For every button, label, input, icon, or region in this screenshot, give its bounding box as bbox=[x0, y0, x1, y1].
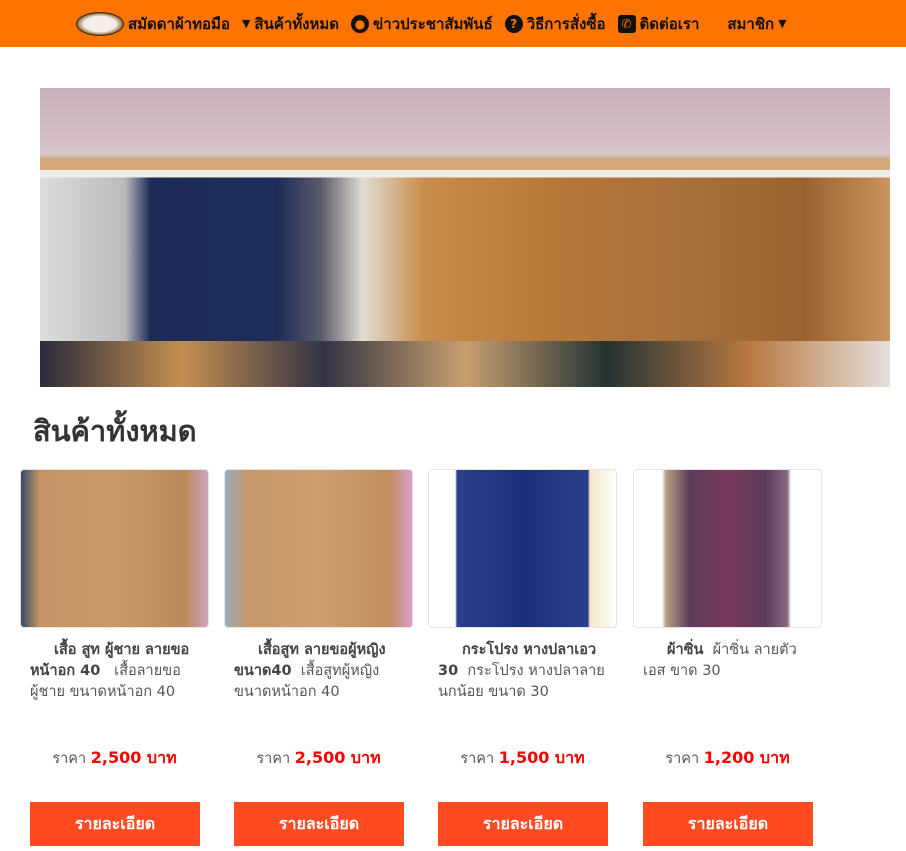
product-price: ราคา 2,500 บาท bbox=[20, 746, 209, 771]
product-price: ราคา 1,500 บาท bbox=[428, 746, 617, 771]
nav-label: ข่าวประชาสัมพันธ์ bbox=[373, 14, 493, 33]
product-card: ผ้าซิ่น ผ้าซิ่น ลายตัวเอส ขาด 30 ราคา 1,… bbox=[633, 469, 822, 846]
product-card: เสื้อสูท ลายขอผู้หญิง ขนาด40 เสื้อสูทผู้… bbox=[224, 469, 413, 846]
nav-products[interactable]: ▼ สินค้าทั้งหมด bbox=[242, 12, 339, 36]
price-label: ราคา bbox=[460, 751, 495, 767]
nav-how-to-order[interactable]: ? วิธีการสั่งซื้อ bbox=[504, 12, 606, 36]
product-price: ราคา 1,200 บาท bbox=[633, 746, 822, 771]
product-price: ราคา 2,500 บาท bbox=[224, 746, 413, 771]
nav-label: วิธีการสั่งซื้อ bbox=[526, 14, 606, 33]
nav-label: สินค้าทั้งหมด bbox=[254, 14, 340, 33]
product-description: เสื้อสูท ลายขอผู้หญิง ขนาด40 เสื้อสูทผู้… bbox=[224, 640, 413, 736]
nav-news[interactable]: ● ข่าวประชาสัมพันธ์ bbox=[351, 12, 493, 36]
nav-member[interactable]: สมาชิก ▼ bbox=[727, 12, 786, 36]
price-label: ราคา bbox=[665, 751, 700, 767]
question-circle-icon: ? bbox=[504, 14, 523, 33]
hero-banner-image bbox=[40, 88, 890, 387]
nav-label: สมาชิก bbox=[727, 14, 775, 33]
caret-down-icon: ▼ bbox=[778, 17, 787, 30]
section-title: สินค้าทั้งหมด bbox=[33, 414, 197, 448]
product-image[interactable] bbox=[20, 469, 209, 628]
price-label: ราคา bbox=[52, 751, 87, 767]
banner-rail bbox=[40, 160, 890, 170]
product-title: ผ้าซิ่น bbox=[667, 642, 704, 658]
nav-contact[interactable]: ✆ ติดต่อเรา bbox=[617, 12, 700, 36]
price-value: 2,500 บาท bbox=[90, 748, 177, 767]
price-label: ราคา bbox=[256, 751, 291, 767]
phone-icon: ✆ bbox=[617, 14, 636, 33]
navbar: สมัดดาผ้าทอมือ ▼ สินค้าทั้งหมด ● ข่าวประ… bbox=[0, 0, 906, 47]
product-description: เสื้อ สูท ผู้ชาย ลายขอ หน้าอก 40 เสื้อลา… bbox=[20, 640, 209, 736]
details-button[interactable]: รายละเอียด bbox=[643, 802, 813, 846]
product-detail: กระโปรง หางปลาลายนกน้อย ขนาด 30 bbox=[438, 663, 605, 700]
product-description: ผ้าซิ่น ผ้าซิ่น ลายตัวเอส ขาด 30 bbox=[633, 640, 822, 736]
product-image[interactable] bbox=[428, 469, 617, 628]
brand-link[interactable]: สมัดดาผ้าทอมือ bbox=[76, 11, 230, 36]
details-button[interactable]: รายละเอียด bbox=[234, 802, 404, 846]
comments-icon: ● bbox=[351, 14, 370, 33]
brand-name: สมัดดาผ้าทอมือ bbox=[128, 14, 230, 33]
nav-label: ติดต่อเรา bbox=[639, 14, 700, 33]
banner-bottom bbox=[40, 341, 890, 387]
product-description: กระโปรง หางปลาเอว 30 กระโปรง หางปลาลายนก… bbox=[428, 640, 617, 736]
details-button[interactable]: รายละเอียด bbox=[30, 802, 200, 846]
product-image[interactable] bbox=[633, 469, 822, 628]
logo-icon bbox=[76, 11, 124, 36]
price-value: 1,500 บาท bbox=[498, 748, 585, 767]
product-card: กระโปรง หางปลาเอว 30 กระโปรง หางปลาลายนก… bbox=[428, 469, 617, 846]
product-image[interactable] bbox=[224, 469, 413, 628]
caret-down-icon: ▼ bbox=[241, 17, 251, 30]
details-button[interactable]: รายละเอียด bbox=[438, 802, 608, 846]
product-card: เสื้อ สูท ผู้ชาย ลายขอ หน้าอก 40 เสื้อลา… bbox=[20, 469, 209, 846]
price-value: 2,500 บาท bbox=[294, 748, 381, 767]
price-value: 1,200 บาท bbox=[703, 748, 790, 767]
